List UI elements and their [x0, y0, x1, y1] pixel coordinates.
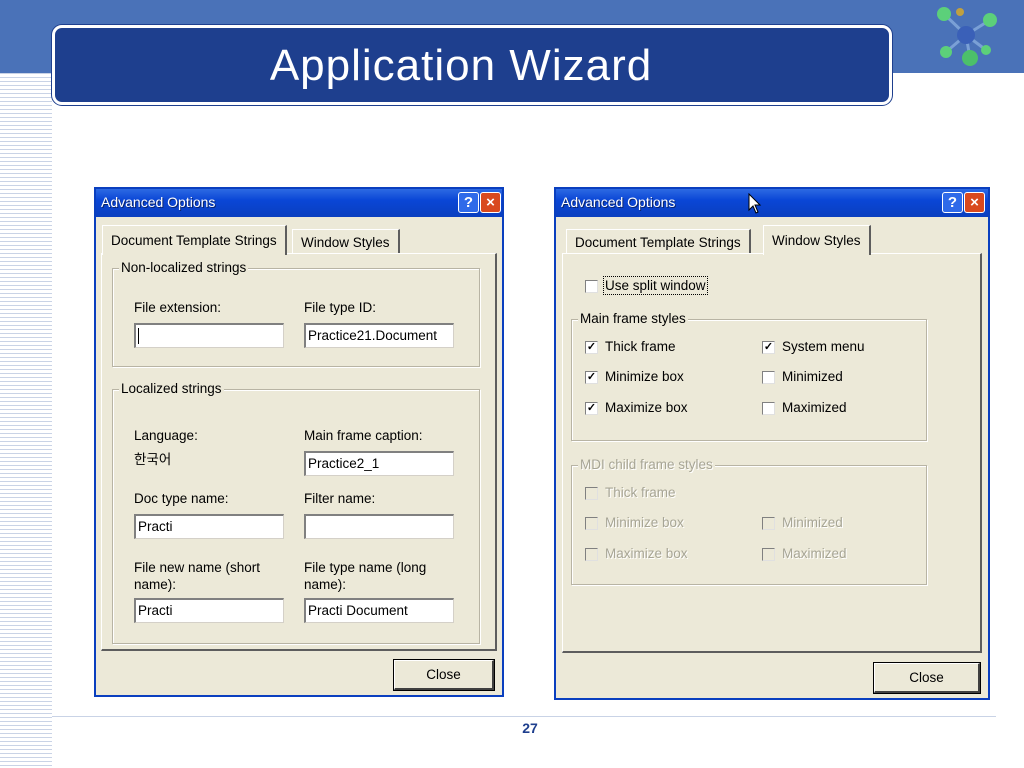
main-frame-style-checkbox[interactable]: ✓ [585, 371, 598, 384]
main-frame-style-checkbox[interactable] [762, 371, 775, 384]
help-icon: ? [947, 194, 958, 211]
doc-type-name-label: Doc type name: [134, 491, 229, 506]
help-button[interactable]: ? [458, 192, 479, 213]
file-extension-field[interactable] [134, 323, 284, 348]
language-value: 한국어 [134, 452, 172, 467]
page-number: 27 [522, 720, 538, 736]
mdi-child-style-checkbox [585, 517, 598, 530]
mdi-child-style-label: Minimize box [605, 515, 684, 530]
dialog-titlebar[interactable]: Advanced Options ? × [556, 189, 988, 217]
mdi-child-style-label: Maximized [782, 546, 847, 561]
main-frame-style-checkbox[interactable]: ✓ [585, 341, 598, 354]
main-frame-style-label[interactable]: System menu [782, 339, 865, 354]
language-label: Language: [134, 428, 198, 443]
mdi-child-style-label: Minimized [782, 515, 843, 530]
tab-document-template-strings[interactable]: Document Template Strings [102, 225, 287, 255]
mouse-cursor-icon [748, 193, 762, 214]
close-icon: × [486, 194, 495, 211]
dialog-title: Advanced Options [561, 194, 676, 210]
mdi-child-style-label: Thick frame [605, 485, 676, 500]
group-nonlocalized-strings: Non-localized strings [112, 260, 480, 367]
close-window-button[interactable]: × [480, 192, 501, 213]
main-frame-style-label[interactable]: Minimized [782, 369, 843, 384]
file-type-name-label: File type name (long [304, 560, 427, 575]
main-frame-caption-label: Main frame caption: [304, 428, 423, 443]
main-frame-style-checkbox[interactable] [762, 402, 775, 415]
file-type-id-label: File type ID: [304, 300, 377, 315]
checkmark: ✓ [763, 341, 774, 353]
group-label: Main frame styles [578, 311, 688, 326]
file-new-name-label-cont: name): [134, 577, 177, 592]
checkmark: ✓ [586, 341, 597, 353]
advanced-options-dialog-window-styles: Advanced Options ? × Document Template S… [554, 187, 990, 700]
filter-name-label: Filter name: [304, 491, 376, 506]
group-label: Localized strings [119, 381, 224, 396]
close-button[interactable]: Close [873, 662, 981, 694]
main-frame-style-label[interactable]: Maximize box [605, 400, 688, 415]
file-type-id-field[interactable]: Practice21.Document [304, 323, 454, 348]
tab-document-template-strings[interactable]: Document Template Strings [566, 229, 751, 255]
checkmark: ✓ [586, 371, 597, 383]
mdi-child-style-checkbox [585, 487, 598, 500]
main-frame-style-checkbox[interactable]: ✓ [762, 341, 775, 354]
molecule-logo-icon [937, 7, 997, 66]
doc-type-name-field[interactable]: Practi [134, 514, 284, 539]
dialog-title: Advanced Options [101, 194, 216, 210]
close-icon: × [970, 194, 979, 211]
tab-panel: Non-localized strings File extension: Fi… [101, 253, 497, 651]
close-button[interactable]: Close [393, 659, 495, 691]
use-split-window-label[interactable]: Use split window [603, 276, 708, 295]
tab-panel: Use split window Main frame styles ✓ Thic… [562, 253, 982, 653]
main-frame-style-label[interactable]: Maximized [782, 400, 847, 415]
dialog-titlebar[interactable]: Advanced Options ? × [96, 189, 502, 217]
help-button[interactable]: ? [942, 192, 963, 213]
tab-strip: Document Template Strings Window Styles [96, 225, 502, 255]
mdi-child-style-label: Maximize box [605, 546, 688, 561]
slide-side-stripes [0, 73, 52, 768]
file-extension-label: File extension: [134, 300, 222, 315]
main-frame-style-label[interactable]: Minimize box [605, 369, 684, 384]
tab-window-styles[interactable]: Window Styles [292, 229, 400, 255]
use-split-window-checkbox[interactable] [585, 280, 598, 293]
main-frame-style-checkbox[interactable]: ✓ [585, 402, 598, 415]
advanced-options-dialog-strings: Advanced Options ? × Document Template S… [94, 187, 504, 697]
main-frame-caption-field[interactable]: Practice2_1 [304, 451, 454, 476]
mdi-child-style-checkbox [585, 548, 598, 561]
group-label: Non-localized strings [119, 260, 249, 275]
slide-title: Application Wizard [269, 41, 653, 90]
tab-strip: Document Template Strings Window Styles [556, 225, 988, 255]
main-frame-style-label[interactable]: Thick frame [605, 339, 676, 354]
mdi-child-style-checkbox [762, 517, 775, 530]
file-type-name-label-cont: name): [304, 577, 347, 592]
mdi-child-style-checkbox [762, 548, 775, 561]
tab-window-styles[interactable]: Window Styles [763, 225, 871, 255]
close-window-button[interactable]: × [964, 192, 985, 213]
checkmark: ✓ [586, 402, 597, 414]
slide-title-box: Application Wizard [52, 25, 892, 105]
footer-divider [52, 716, 996, 717]
filter-name-field[interactable] [304, 514, 454, 539]
group-label: MDI child frame styles [578, 457, 715, 472]
file-new-name-field[interactable]: Practi [134, 598, 284, 623]
text-caret [138, 328, 139, 344]
file-new-name-label: File new name (short [134, 560, 261, 575]
file-type-name-field[interactable]: Practi Document [304, 598, 454, 623]
help-icon: ? [463, 194, 474, 211]
